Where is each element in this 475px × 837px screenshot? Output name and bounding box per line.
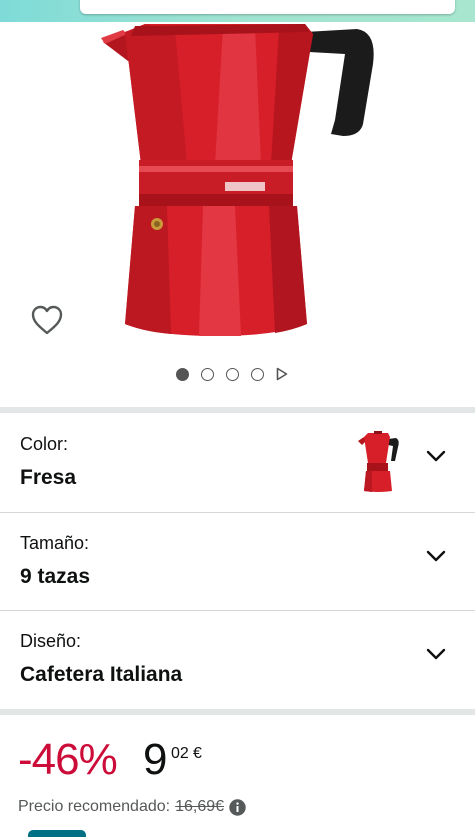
discount-percentage: -46% — [18, 735, 118, 784]
color-chevron-down-icon[interactable] — [426, 450, 446, 462]
carousel-dot-4[interactable] — [251, 367, 264, 381]
next-section-button[interactable] — [28, 830, 86, 837]
carousel-dot-1[interactable] — [176, 367, 189, 381]
design-label: Diseño: — [20, 631, 82, 651]
wishlist-heart-icon[interactable] — [30, 304, 64, 336]
price-currency: € — [193, 745, 202, 762]
price-whole: 9 — [143, 735, 168, 784]
color-value: Fresa — [20, 466, 77, 489]
product-image[interactable] — [95, 24, 385, 344]
size-label: Tamaño: — [20, 533, 90, 553]
info-icon[interactable] — [229, 798, 246, 816]
image-carousel-indicator — [176, 366, 288, 382]
search-input[interactable] — [80, 0, 455, 14]
design-chevron-down-icon[interactable] — [426, 648, 446, 660]
carousel-dot-2[interactable] — [201, 367, 214, 381]
recommended-price-label: Precio recomendado: — [18, 798, 171, 815]
price-fraction: 02 — [171, 745, 189, 762]
variation-size-row[interactable]: Tamaño: 9 tazas — [0, 513, 475, 609]
variation-color-row[interactable]: Color: Fresa — [0, 413, 475, 509]
size-value: 9 tazas — [20, 565, 91, 588]
variation-design-row[interactable]: Diseño: Cafetera Italiana — [0, 611, 475, 707]
recommended-price-value: 16,69€ — [175, 798, 225, 815]
color-label: Color: — [20, 434, 69, 454]
carousel-next-icon[interactable] — [276, 367, 288, 381]
size-chevron-down-icon[interactable] — [426, 550, 446, 562]
section-divider — [0, 709, 475, 715]
carousel-dot-3[interactable] — [226, 367, 239, 381]
recommended-price: Precio recomendado: 16,69€ — [18, 798, 246, 816]
color-swatch-image[interactable] — [354, 431, 402, 493]
design-value: Cafetera Italiana — [20, 663, 183, 686]
